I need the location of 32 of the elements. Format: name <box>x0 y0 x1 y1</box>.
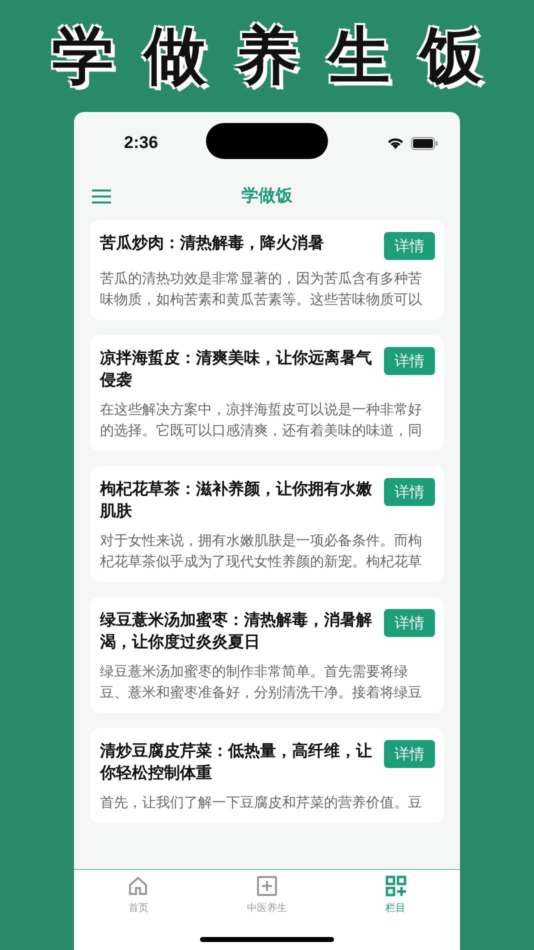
menu-icon[interactable] <box>92 189 111 204</box>
article-title: 清炒豆腐皮芹菜：低热量，高纤维，让你轻松控制体重 <box>100 740 373 784</box>
tab-item[interactable]: 栏目 <box>331 875 460 915</box>
article-card[interactable]: 苦瓜炒肉：清热解毒，降火消暑 详情 苦瓜的清热功效是非常显著的，因为苦瓜含有多种苦味物质，如枸苦素和黄瓜苦素等。这些苦味物质可以 <box>90 220 444 320</box>
article-excerpt: 绿豆薏米汤加蜜枣的制作非常简单。首先需要将绿豆、薏米和蜜枣准备好，分别清洗干净。接着将绿豆 <box>100 663 423 703</box>
article-card[interactable]: 绿豆薏米汤加蜜枣：清热解毒，消暑解渴，让你度过炎炎夏日 详情 绿豆薏米汤加蜜枣的制作非常简单。首先需要将绿豆、薏米和蜜枣准备好，分别清洗干净。接着将绿豆 <box>90 597 444 713</box>
page-title: 学做饭 <box>242 184 292 206</box>
grid-plus-icon <box>384 875 407 897</box>
tab-item[interactable]: 中医养生 <box>202 875 332 915</box>
article-title: 枸杞花草茶：滋补养颜，让你拥有水嫩肌肤 <box>100 478 373 522</box>
details-button[interactable]: 详情 <box>384 478 435 506</box>
home-icon <box>127 875 150 897</box>
article-excerpt: 苦瓜的清热功效是非常显著的，因为苦瓜含有多种苦味物质，如枸苦素和黄瓜苦素等。这些苦味物质可以 <box>100 270 423 310</box>
banner-title: 学做养生饭 <box>51 18 512 94</box>
tab-item[interactable]: 首页 <box>74 875 203 915</box>
article-title: 绿豆薏米汤加蜜枣：清热解毒，消暑解渴，让你度过炎炎夏日 <box>100 609 373 653</box>
plus-square-icon <box>256 875 278 897</box>
article-card[interactable]: 枸杞花草茶：滋补养颜，让你拥有水嫩肌肤 详情 对于女性来说，拥有水嫩肌肤是一项必备条件。而枸杞花草茶似乎成为了现代女性养颜的新宠。枸杞花草 <box>90 466 444 582</box>
details-button[interactable]: 详情 <box>384 232 435 260</box>
article-title: 凉拌海蜇皮：清爽美味，让你远离暑气侵袭 <box>100 347 373 391</box>
article-card[interactable]: 清炒豆腐皮芹菜：低热量，高纤维，让你轻松控制体重 详情 首先，让我们了解一下豆腐皮和芹菜的营养价值。豆 <box>90 728 444 823</box>
wifi-icon <box>387 137 404 149</box>
details-button[interactable]: 详情 <box>384 609 435 637</box>
article-excerpt: 对于女性来说，拥有水嫩肌肤是一项必备条件。而枸杞花草茶似乎成为了现代女性养颜的新宠。枸杞花草 <box>100 532 423 572</box>
article-excerpt: 在这些解决方案中，凉拌海蜇皮可以说是一种非常好的选择。它既可以口感清爽，还有着美味的味道，同 <box>100 401 423 441</box>
article-card[interactable]: 凉拌海蜇皮：清爽美味，让你远离暑气侵袭 详情 在这些解决方案中，凉拌海蜇皮可以说是一种非常好的选择。它既可以口感清爽，还有着美味的味道，同 <box>90 335 444 451</box>
details-button[interactable]: 详情 <box>384 347 435 375</box>
article-excerpt: 首先，让我们了解一下豆腐皮和芹菜的营养价值。豆 <box>100 794 423 813</box>
battery-icon <box>411 136 438 150</box>
article-title: 苦瓜炒肉：清热解毒，降火消暑 <box>100 232 325 254</box>
status-time: 2:36 <box>124 133 158 153</box>
details-button[interactable]: 详情 <box>384 740 435 768</box>
